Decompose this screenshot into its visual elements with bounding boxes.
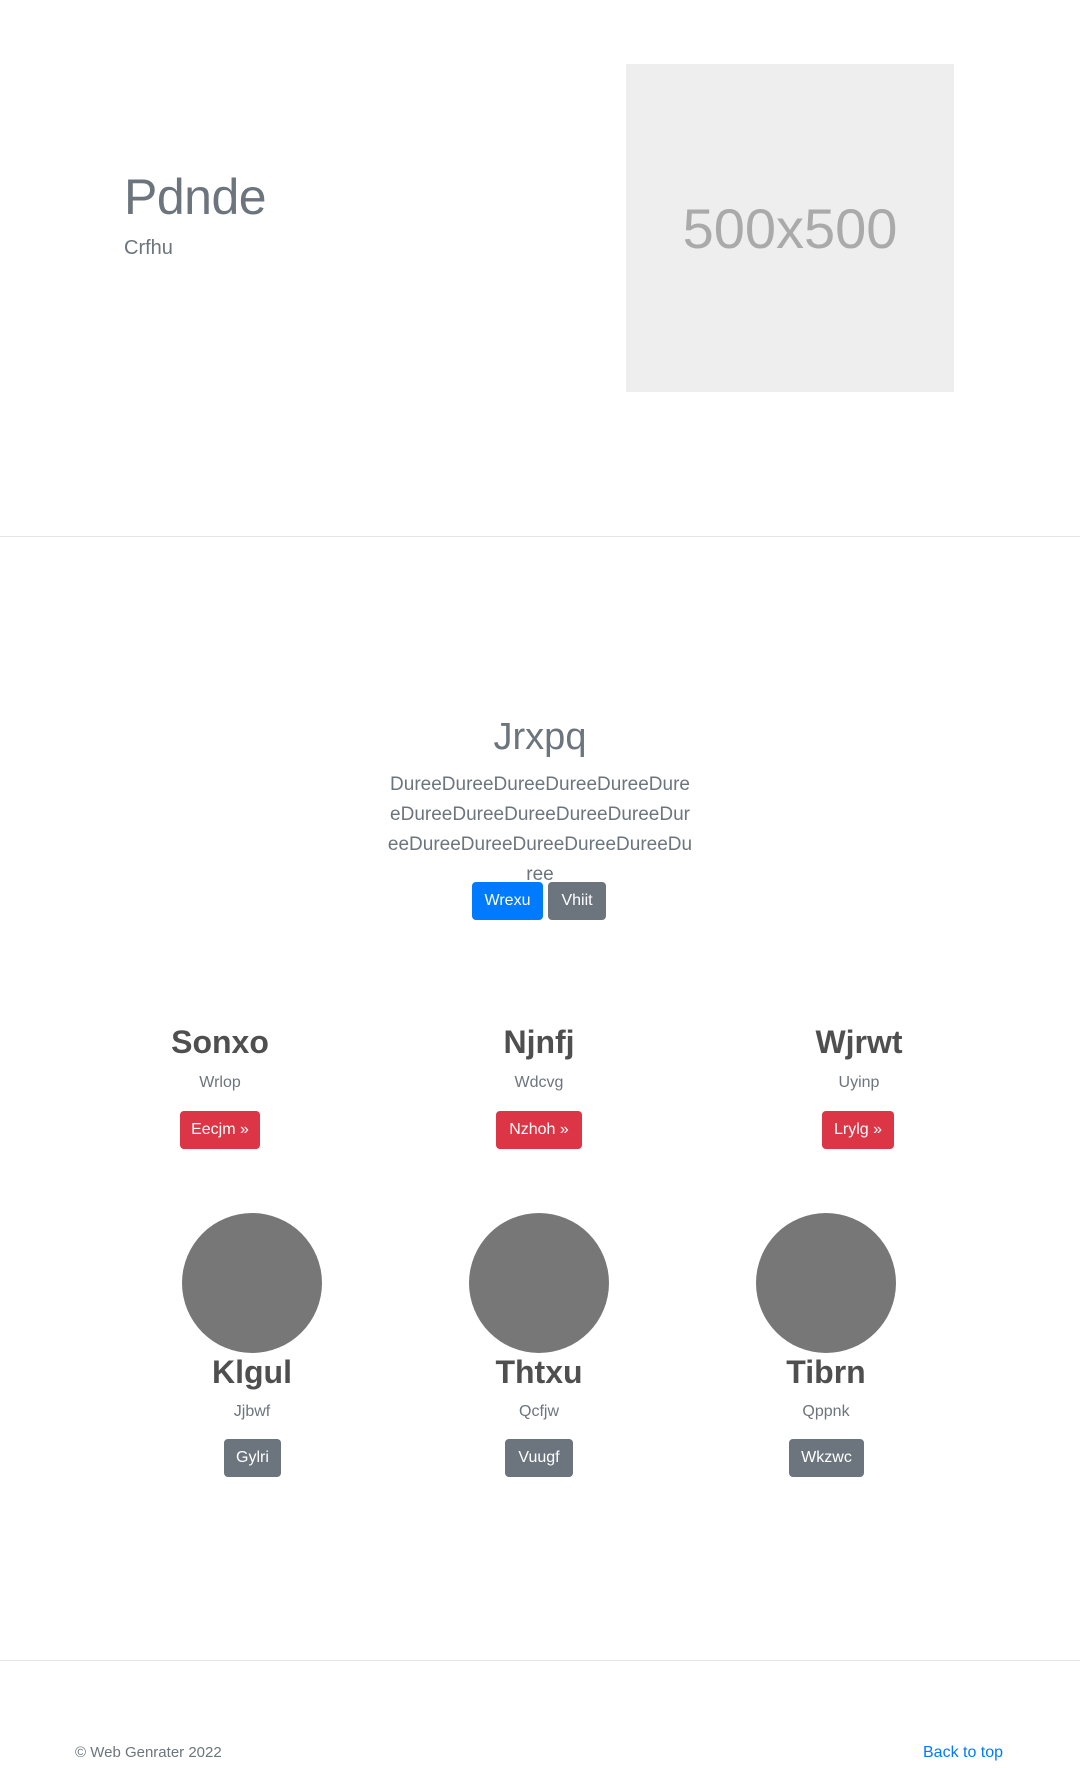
- feature-button[interactable]: Lrylg »: [822, 1111, 894, 1149]
- avatar: [182, 1213, 322, 1353]
- footer-divider: [0, 1660, 1080, 1661]
- team-member-button[interactable]: Gylri: [224, 1439, 281, 1477]
- hero-title: Pdnde: [124, 169, 267, 225]
- avatar: [469, 1213, 609, 1353]
- team-member-button[interactable]: Wkzwc: [789, 1439, 864, 1477]
- feature-title: Wjrwt: [815, 1024, 903, 1060]
- jumbotron-primary-button[interactable]: Wrexu: [472, 882, 543, 920]
- avatar: [756, 1213, 896, 1353]
- jumbotron-secondary-button[interactable]: Vhiit: [548, 882, 606, 920]
- hero-section: Pdnde Crfhu 500x500: [0, 0, 1080, 536]
- hero-image-label: 500x500: [682, 196, 898, 260]
- feature-subtitle: Wrlop: [199, 1074, 241, 1091]
- footer-copyright: © Web Genrater 2022: [75, 1744, 222, 1761]
- feature-button[interactable]: Eecjm »: [180, 1111, 260, 1149]
- jumbotron-text: DureeDureeDureeDureeDureeDureeDureeDuree…: [387, 774, 693, 885]
- team-member-role: Jjbwf: [233, 1403, 271, 1420]
- jumbotron-title: Jrxpq: [493, 716, 587, 758]
- feature-subtitle: Wdcvg: [514, 1074, 564, 1091]
- feature-button[interactable]: Nzhoh »: [496, 1111, 582, 1149]
- team-member-role: Qppnk: [802, 1403, 850, 1420]
- feature-subtitle: Uyinp: [838, 1074, 880, 1091]
- feature-title: Njnfj: [503, 1024, 575, 1060]
- section-divider: [0, 536, 1080, 537]
- feature-title: Sonxo: [171, 1024, 269, 1060]
- team-member-name: Thtxu: [495, 1354, 583, 1390]
- hero-image-placeholder: 500x500: [626, 64, 954, 392]
- team-member-button[interactable]: Vuugf: [505, 1439, 573, 1477]
- team-member-name: Klgul: [212, 1354, 292, 1390]
- hero-subtitle: Crfhu: [124, 237, 173, 259]
- back-to-top-link[interactable]: Back to top: [923, 1745, 1003, 1761]
- team-member-name: Tibrn: [786, 1354, 866, 1390]
- team-member-role: Qcfjw: [519, 1403, 559, 1420]
